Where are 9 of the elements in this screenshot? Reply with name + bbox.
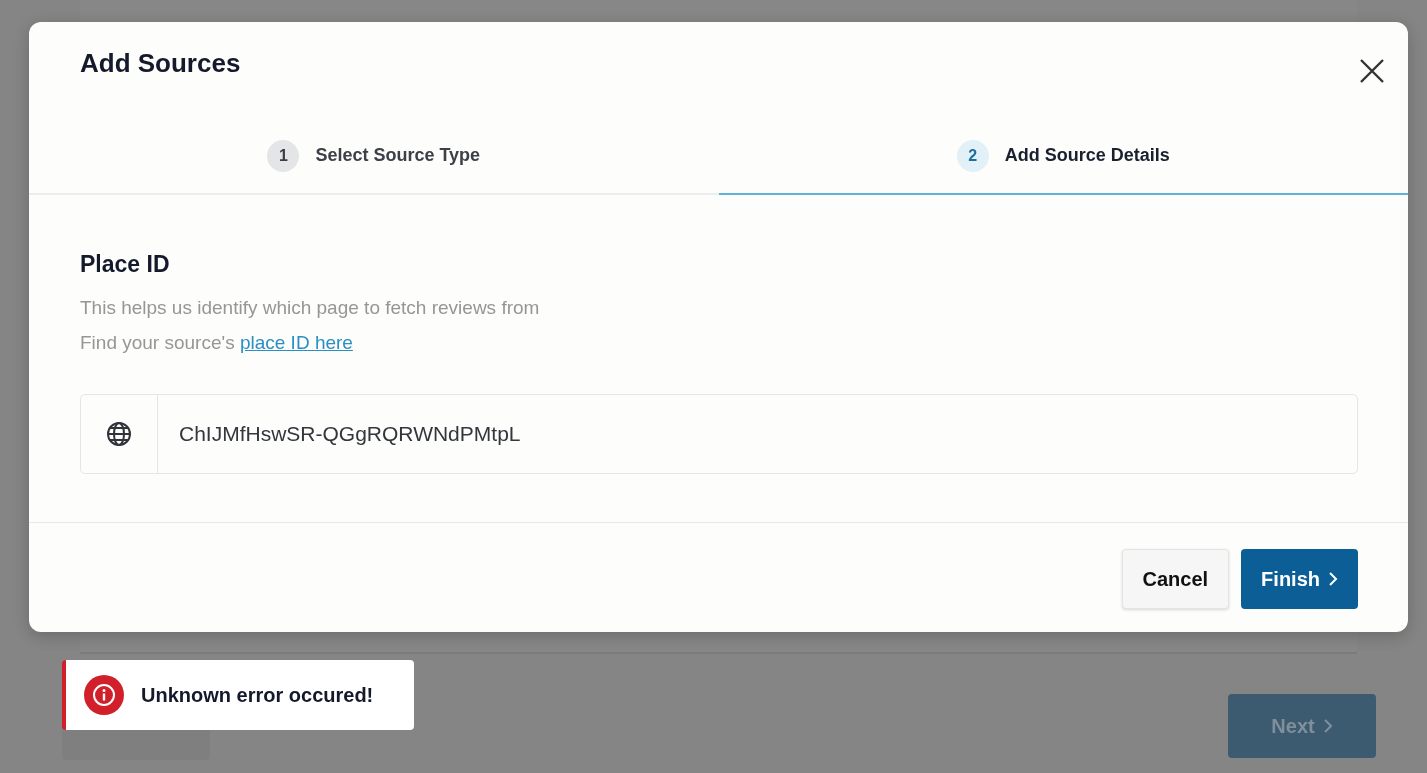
toast-message: Unknown error occured!: [141, 683, 374, 707]
field-title: Place ID: [80, 251, 171, 278]
help-text: Find your source's place ID here: [80, 331, 354, 355]
step-number: 2: [956, 139, 989, 172]
dialog-title: Add Sources: [80, 48, 241, 79]
help-text: This helps us identify which page to fetch reviews from: [80, 296, 541, 320]
step-label: Add Source Details: [1004, 145, 1170, 166]
step-label: Select Source Type: [315, 145, 481, 166]
step-number: 1: [267, 139, 300, 172]
